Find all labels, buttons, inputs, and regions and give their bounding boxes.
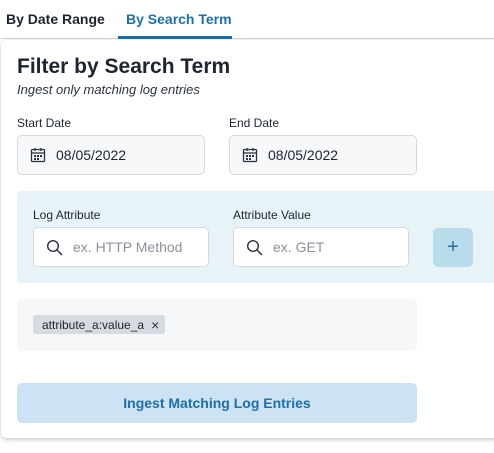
calendar-icon [30,148,46,163]
search-icon [46,239,63,255]
log-attribute-input[interactable] [73,239,193,255]
attribute-value-field[interactable] [233,227,409,267]
remove-tag-icon[interactable]: × [151,317,159,333]
end-date-value: 08/05/2022 [268,147,339,163]
log-attribute-label: Log Attribute [33,208,101,222]
start-date-field[interactable]: 08/05/2022 [17,135,205,175]
attribute-value-input[interactable] [273,239,393,255]
filter-tag-chip: attribute_a:value_a × [33,315,166,334]
tab-by-date-range[interactable]: By Date Range [6,11,105,27]
log-attribute-field[interactable] [33,227,209,267]
attribute-value-label: Attribute Value [233,208,311,222]
end-date-label: End Date [229,116,280,130]
start-date-label: Start Date [17,116,72,130]
start-date-value: 08/05/2022 [56,147,127,163]
search-icon [246,239,263,255]
add-attribute-button[interactable]: + [433,228,473,267]
ingest-matching-button[interactable]: Ingest Matching Log Entries [17,383,417,423]
tab-by-search-term[interactable]: By Search Term [126,11,232,27]
active-tab-indicator [118,36,232,39]
end-date-field[interactable]: 08/05/2022 [229,135,417,175]
page-subtitle: Ingest only matching log entries [17,82,200,97]
page-title: Filter by Search Term [17,55,231,78]
tab-bar: By Date Range By Search Term [0,0,494,39]
calendar-icon [242,148,258,163]
tag-label: attribute_a:value_a [42,317,145,332]
